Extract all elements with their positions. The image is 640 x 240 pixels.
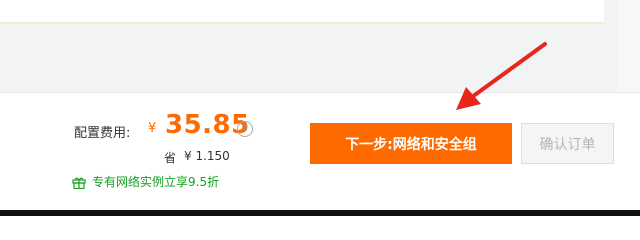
- price-currency: ¥: [148, 121, 157, 136]
- confirm-order-button: 确认订单: [521, 123, 614, 164]
- next-network-security-button[interactable]: 下一步:网络和安全组: [310, 123, 512, 164]
- savings-value: ¥ 1.150: [184, 149, 230, 163]
- savings-label: 省: [164, 151, 177, 165]
- gift-icon: [72, 174, 86, 190]
- scrollbar-track[interactable]: [618, 0, 640, 92]
- question-circle-icon[interactable]: ?: [237, 121, 253, 137]
- fee-label: 配置费用:: [74, 126, 131, 141]
- promo-discount-text: 专有网络实例立享9.5折: [92, 175, 220, 189]
- bottom-edge-bar: [0, 210, 640, 216]
- config-panel-edge: [0, 0, 604, 22]
